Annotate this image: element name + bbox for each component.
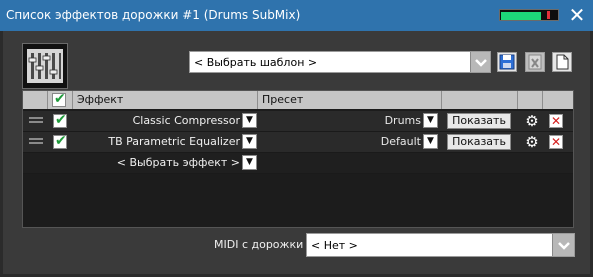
add-effect-row: < Выбрать эффект > ▼ (23, 153, 573, 174)
level-meter-bar-right (501, 16, 541, 20)
level-meter-peak (547, 11, 550, 19)
window-title: Список эффектов дорожки #1 (Drums SubMix… (6, 8, 301, 22)
midi-source-label: MIDI с дорожки : (214, 238, 311, 251)
effect-name: Classic Compressor (132, 114, 240, 127)
enable-all-checkbox[interactable]: ✔ (52, 91, 66, 107)
column-header-handle (23, 91, 48, 109)
table-row: ✔ TB Parametric Equalizer ▼ Default ▼ По… (23, 132, 573, 153)
effect-dropdown-icon[interactable]: ▼ (242, 134, 257, 149)
gear-icon[interactable]: ⚙ (524, 113, 540, 129)
preset-cell: Drums (259, 111, 421, 132)
new-document-icon[interactable] (552, 52, 572, 72)
preset-cell: Default (259, 132, 421, 153)
level-meter (499, 9, 559, 21)
effect-enabled-checkbox[interactable]: ✔ (53, 112, 67, 128)
column-header-show (442, 91, 518, 109)
drag-handle-icon[interactable] (29, 117, 43, 125)
effect-enabled-checkbox[interactable]: ✔ (53, 133, 67, 149)
close-icon[interactable]: ✕ (568, 5, 586, 25)
delete-icon[interactable]: ✕ (549, 135, 563, 149)
title-bar: Список эффектов дорожки #1 (Drums SubMix… (0, 0, 593, 31)
chevron-down-icon[interactable] (470, 52, 490, 72)
check-icon: ✔ (55, 133, 67, 149)
column-header-enable: ✔ (48, 91, 73, 109)
effect-cell: Classic Compressor (75, 111, 240, 132)
check-icon: ✔ (55, 112, 67, 128)
preset-name: Drums (384, 114, 421, 127)
effects-table: ✔ Эффект Пресет ✔ Classic Compressor ▼ D… (22, 90, 574, 228)
add-effect-label[interactable]: < Выбрать эффект > (117, 156, 240, 169)
column-header-settings (518, 91, 543, 109)
preset-select-value: < Выбрать шаблон > (194, 56, 318, 69)
column-header-preset: Пресет (258, 91, 442, 109)
effect-cell: TB Parametric Equalizer (75, 132, 240, 153)
fx-chain-icon (22, 43, 68, 89)
chevron-down-icon[interactable] (552, 234, 574, 256)
table-row: ✔ Classic Compressor ▼ Drums ▼ Показать … (23, 111, 573, 132)
check-icon: ✔ (54, 91, 66, 107)
add-effect-cell[interactable]: < Выбрать эффект > (75, 153, 240, 174)
table-header: ✔ Эффект Пресет (23, 91, 573, 109)
preset-select[interactable]: < Выбрать шаблон > (189, 51, 491, 73)
column-header-delete (543, 91, 573, 109)
preset-name: Default (380, 135, 421, 148)
delete-icon[interactable]: ✕ (549, 114, 563, 128)
drag-handle-icon[interactable] (29, 138, 43, 146)
midi-source-select[interactable]: < Нет > (306, 233, 575, 257)
midi-source-value: < Нет > (311, 239, 358, 252)
floppy-disk-icon[interactable] (497, 52, 517, 72)
preset-dropdown-icon[interactable]: ▼ (423, 113, 438, 128)
show-button[interactable]: Показать (447, 113, 511, 129)
add-effect-dropdown-icon[interactable]: ▼ (242, 155, 257, 170)
column-header-effect: Эффект (73, 91, 258, 109)
gear-icon[interactable]: ⚙ (524, 134, 540, 150)
show-button[interactable]: Показать (447, 134, 511, 150)
effect-name: TB Parametric Equalizer (108, 135, 240, 148)
delete-preset-icon[interactable] (525, 52, 545, 72)
effect-dropdown-icon[interactable]: ▼ (242, 113, 257, 128)
preset-dropdown-icon[interactable]: ▼ (423, 134, 438, 149)
